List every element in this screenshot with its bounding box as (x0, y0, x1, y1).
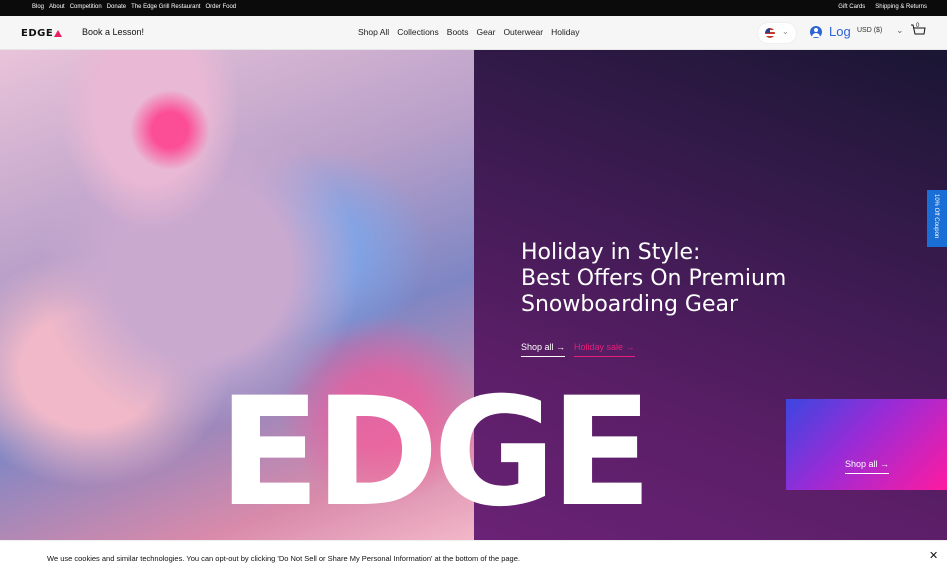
coupon-tab[interactable]: 10% Off Coupon (927, 190, 947, 247)
nav-holiday[interactable]: Holiday (551, 27, 579, 37)
site-logo[interactable]: EDGE (21, 28, 63, 39)
site-header: EDGE Book a Lesson! Shop All Collections… (0, 16, 947, 50)
currency-chevron-icon[interactable]: ⌄ (896, 25, 904, 36)
nav-gear[interactable]: Gear (477, 27, 496, 37)
utility-bar: Blog About Competition Donate The Edge G… (0, 0, 947, 16)
nav-shop-all[interactable]: Shop All (358, 27, 389, 37)
cart-button[interactable]: 0 (910, 23, 926, 38)
nav-collections[interactable]: Collections (397, 27, 439, 37)
utility-links-left: Blog About Competition Donate The Edge G… (32, 4, 236, 10)
utility-link-about[interactable]: About (49, 4, 65, 10)
nav-boots[interactable]: Boots (447, 27, 469, 37)
account-icon[interactable] (810, 26, 822, 38)
nav-outerwear[interactable]: Outerwear (503, 27, 543, 37)
currency-selector[interactable]: USD ($) (857, 27, 882, 34)
utility-links-right: Gift Cards Shipping & Returns (838, 4, 927, 10)
utility-link-blog[interactable]: Blog (32, 4, 44, 10)
utility-link-order-food[interactable]: Order Food (205, 4, 236, 10)
book-lesson-link[interactable]: Book a Lesson! (82, 27, 144, 37)
promo-gradient-panel (786, 399, 947, 490)
cart-count: 0 (916, 23, 920, 29)
hero-cta-group: Shop all → Holiday sale → (521, 342, 635, 357)
login-link[interactable]: Log (829, 24, 851, 39)
utility-link-competition[interactable]: Competition (70, 4, 102, 10)
hero-title: Holiday in Style: Best Offers On Premium… (521, 240, 821, 318)
utility-link-donate[interactable]: Donate (107, 4, 126, 10)
chevron-down-icon: ⌄ (782, 27, 789, 36)
utility-link-shipping-returns[interactable]: Shipping & Returns (875, 4, 927, 10)
country-selector[interactable]: ⌄ (758, 23, 796, 43)
close-icon[interactable]: ✕ (929, 549, 938, 562)
logo-triangle-icon (54, 30, 63, 37)
panel-shop-all-link[interactable]: Shop all → (845, 459, 890, 474)
us-flag-icon (765, 28, 775, 38)
hero-shop-all-link[interactable]: Shop all → (521, 342, 566, 357)
coupon-label: 10% Off Coupon (933, 194, 939, 239)
cookie-message: We use cookies and similar technologies.… (47, 554, 520, 563)
main-nav: Shop All Collections Boots Gear Outerwea… (358, 27, 579, 37)
utility-link-gift-cards[interactable]: Gift Cards (838, 4, 865, 10)
hero-holiday-sale-link[interactable]: Holiday sale → (574, 342, 635, 357)
logo-text: EDGE (21, 28, 54, 39)
cookie-banner: We use cookies and similar technologies.… (0, 540, 947, 579)
utility-link-restaurant[interactable]: The Edge Grill Restaurant (131, 4, 200, 10)
edge-wordmark: EDGE (218, 366, 653, 540)
hero-title-line-2: Best Offers On Premium (521, 266, 787, 291)
hero-title-line-3: Snowboarding Gear (521, 292, 739, 317)
hero-title-line-1: Holiday in Style: (521, 240, 701, 265)
